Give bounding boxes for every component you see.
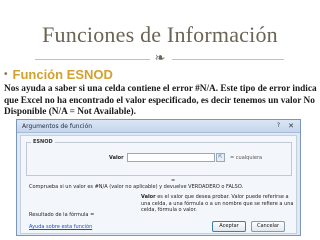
help-icon[interactable]: ? [277, 122, 280, 129]
function-arguments-dialog: Argumentos de función ? ✕ ESNOD Valor ⇱ … [16, 119, 301, 236]
collapse-reference-button[interactable]: ⇱ [216, 153, 225, 162]
close-icon[interactable]: ✕ [288, 122, 294, 130]
argument-label: Valor [109, 155, 124, 161]
body-paragraph: Nos ayuda a saber si una celda contiene … [4, 84, 317, 117]
dialog-title: Argumentos de función [22, 123, 93, 130]
ornament-icon: ❧ [154, 50, 166, 65]
bullet-icon: • [4, 69, 8, 80]
function-description: Comprueba si un valor es #N/A (valor no … [29, 184, 244, 190]
ok-button[interactable]: Aceptar [212, 221, 246, 232]
argument-description-label: Valor [141, 194, 156, 200]
argument-description-text: es el valor que desea probar. Valor pued… [141, 194, 294, 213]
function-group: ESNOD Valor ⇱ = cualquiera [26, 139, 292, 176]
function-name-label: ESNOD [31, 139, 55, 145]
title-rule-left [35, 59, 150, 60]
argument-result: = cualquiera [230, 155, 263, 161]
argument-description: Valor es el valor que desea probar. Valo… [141, 194, 296, 214]
dialog-body: ESNOD Valor ⇱ = cualquiera = Comprueba s… [20, 135, 297, 234]
cancel-button[interactable]: Cancelar [251, 221, 285, 232]
dialog-titlebar[interactable]: Argumentos de función ? ✕ [17, 120, 300, 133]
argument-value-input[interactable] [127, 153, 215, 162]
formula-result-label: Resultado de la fórmula = [29, 212, 95, 218]
help-link[interactable]: Ayuda sobre esta función [29, 224, 92, 230]
bullet-heading-text: Función ESNOD [12, 67, 113, 82]
slide-title: Funciones de Información [42, 22, 278, 47]
title-rule-right [172, 59, 284, 60]
bullet-heading: • Función ESNOD [4, 67, 113, 82]
